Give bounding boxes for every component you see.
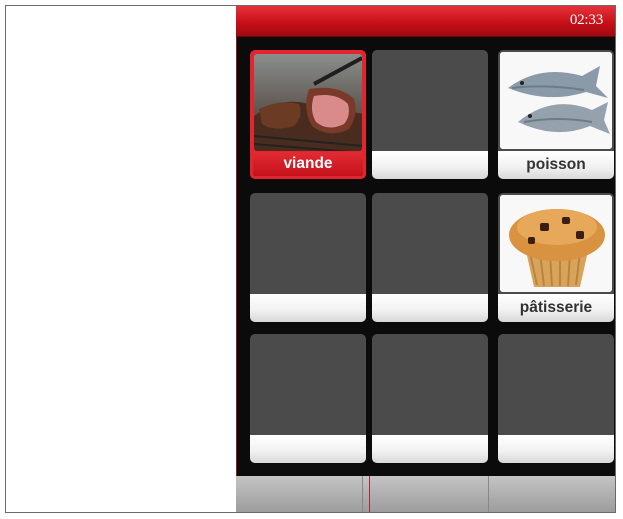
softkey-divider [369,476,370,512]
tile-label [372,294,488,322]
tile-poisson[interactable]: poisson [498,50,614,179]
clock: 02:33 [569,12,603,28]
fish-image [500,52,612,149]
middle-softkey[interactable] [362,476,490,512]
tile-empty[interactable] [250,193,366,322]
phone-screen: 02:33 viande poisson pâtisserie [236,6,615,512]
tile-label: viande [253,152,363,176]
tile-viande[interactable]: viande [250,50,366,179]
tile-label: poisson [498,151,614,179]
tile-empty[interactable] [372,50,488,179]
left-edge-line [236,37,237,476]
tile-label [372,151,488,179]
tile-empty[interactable] [372,334,488,463]
left-softkey[interactable] [236,476,363,512]
tile-label [250,294,366,322]
right-softkey[interactable] [489,476,615,512]
left-panel [6,6,234,512]
tile-label [250,435,366,463]
tile-empty[interactable] [498,334,614,463]
tile-patisserie[interactable]: pâtisserie [498,193,614,322]
tile-empty[interactable] [250,334,366,463]
tile-empty[interactable] [372,193,488,322]
softkey-bar [236,476,615,512]
muffin-image [500,195,612,292]
meat-image [254,54,362,151]
tile-label [498,435,614,463]
tile-label: pâtisserie [498,294,614,322]
status-bar: 02:33 [236,6,615,37]
tile-label [372,435,488,463]
